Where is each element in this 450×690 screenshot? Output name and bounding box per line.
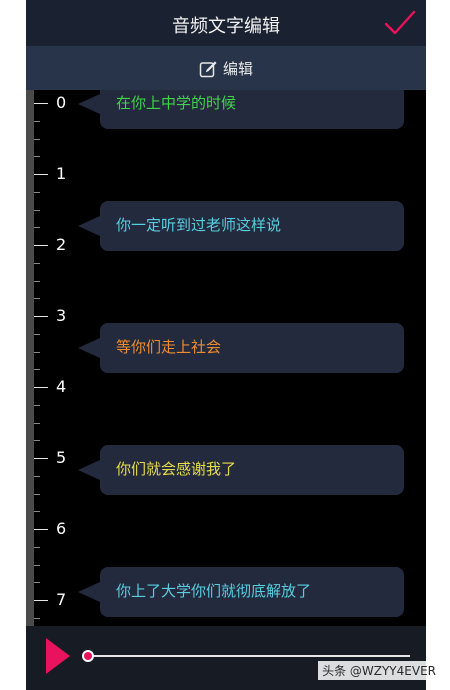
ruler-tick-label: 2 <box>56 235 67 254</box>
ruler-minor-tick <box>34 546 40 548</box>
ruler-major-tick <box>34 316 48 317</box>
ruler-tick-label: 4 <box>56 377 67 396</box>
subtitle-item[interactable]: 你一定听到过老师这样说 <box>78 201 404 251</box>
ruler-tick-label: 5 <box>56 448 67 467</box>
subtitle-text: 等你们走上社会 <box>116 338 222 356</box>
ruler-tick-label: 1 <box>56 164 67 183</box>
ruler-tick-label: 3 <box>56 306 67 325</box>
ruler-minor-tick <box>34 209 40 211</box>
watermark: 头条 @WZYY4EVER <box>318 661 440 680</box>
ruler-major-tick <box>34 174 48 175</box>
subtitle-item[interactable]: 你们就会感谢我了 <box>78 445 404 495</box>
ruler-minor-tick <box>34 156 40 158</box>
ruler-minor-tick <box>34 582 40 584</box>
ruler-minor-tick <box>34 227 40 229</box>
ruler-minor-tick <box>34 617 40 619</box>
ruler-major-tick <box>34 458 48 459</box>
title-bar: 音频文字编辑 <box>26 0 426 46</box>
ruler-major-tick <box>34 245 48 246</box>
subtitle-item[interactable]: 你上了大学你们就彻底解放了 <box>78 567 404 617</box>
ruler-major-tick <box>34 529 48 530</box>
subtitle-item[interactable]: 等你们走上社会 <box>78 323 404 373</box>
audio-player <box>26 626 426 690</box>
edit-icon <box>199 60 217 77</box>
edit-label: 编辑 <box>222 60 253 78</box>
ruler-major-tick <box>34 600 48 601</box>
progress-track[interactable] <box>88 655 410 657</box>
ruler-minor-tick <box>34 262 40 264</box>
progress-knob[interactable] <box>82 650 94 662</box>
ruler-minor-tick <box>34 298 40 300</box>
ruler-minor-tick <box>34 404 40 406</box>
ruler-minor-tick <box>34 493 40 495</box>
edit-toolbar: 编辑 <box>26 46 426 90</box>
ruler-tick-label: 0 <box>56 93 67 112</box>
ruler-minor-tick <box>34 564 40 566</box>
ruler-minor-tick <box>34 280 40 282</box>
ruler-minor-tick <box>34 191 40 193</box>
timeline-ruler[interactable] <box>26 90 34 626</box>
ruler-minor-tick <box>34 333 40 335</box>
subtitle-text: 你们就会感谢我了 <box>116 460 237 478</box>
edit-button[interactable]: 编辑 <box>26 58 426 79</box>
ruler-tick-label: 7 <box>56 590 67 609</box>
ruler-minor-tick <box>34 475 40 477</box>
ruler-minor-tick <box>34 120 40 122</box>
subtitle-text: 你上了大学你们就彻底解放了 <box>116 582 312 600</box>
ruler-minor-tick <box>34 351 40 353</box>
app-screen: 音频文字编辑 编辑 0 1 2 3 4 5 6 7 在你上中学的时候 你一定听到过老师这样说 … <box>26 0 426 690</box>
ruler-minor-tick <box>34 138 40 140</box>
subtitle-timeline[interactable]: 0 1 2 3 4 5 6 7 在你上中学的时候 你一定听到过老师这样说 等你们走上社会 你们… <box>26 90 426 626</box>
ruler-major-tick <box>34 387 48 388</box>
subtitle-item[interactable]: 在你上中学的时候 <box>78 90 404 129</box>
page-title: 音频文字编辑 <box>172 16 280 37</box>
ruler-tick-label: 6 <box>56 519 67 538</box>
ruler-minor-tick <box>34 369 40 371</box>
subtitle-text: 在你上中学的时候 <box>116 94 237 112</box>
checkmark-icon[interactable] <box>384 8 416 38</box>
ruler-minor-tick <box>34 511 40 513</box>
ruler-minor-tick <box>34 440 40 442</box>
subtitle-text: 你一定听到过老师这样说 <box>116 216 282 234</box>
play-icon[interactable] <box>46 638 70 674</box>
ruler-minor-tick <box>34 422 40 424</box>
ruler-major-tick <box>34 103 48 104</box>
